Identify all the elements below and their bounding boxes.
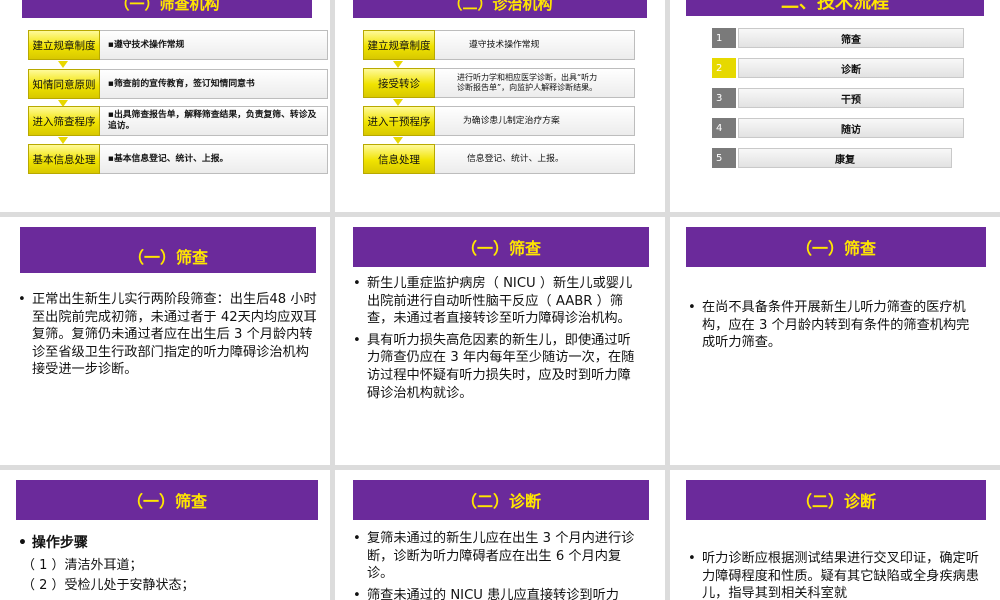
slide-title: （二）诊断 [353,480,649,520]
slide-title: （二）诊治机构 [353,0,647,18]
slide-title: （一）筛查机构 [22,0,312,18]
step-label: 随访 [738,118,964,138]
slide-screening-3[interactable]: （一）筛查 在尚不具备条件开展新生儿听力筛查的医疗机构，应在 3 个月龄内转到有… [670,217,1000,465]
flow-tag: 知情同意原则 [28,69,100,99]
process-step[interactable]: 2 诊断 [712,58,964,78]
bullet-list: 听力诊断应根据测试结果进行交叉印证，确定听力障碍程度和性质。疑有其它缺陷或全身疾… [686,550,982,600]
bullet-item: 新生儿重症监护病房（ NICU ）新生儿或婴儿出院前进行自动听性脑干反应（ AA… [351,275,643,328]
step-number: 5 [712,148,736,168]
flow-arrow-icon [58,61,68,68]
bullet-list: 复筛未通过的新生儿应在出生 3 个月内进行诊断，诊断为听力障碍者应在出生 6 个… [351,530,643,600]
flow-arrow-icon [393,61,403,68]
slide-title: （一）筛查 [353,227,649,267]
process-step[interactable]: 1 筛查 [712,28,964,48]
flow-arrow-icon [58,137,68,144]
slide-screening-steps[interactable]: （一）筛查 • 操作步骤 （ 1 ）清洁外耳道； （ 2 ）受检儿处于安静状态； [0,470,330,600]
slide-treatment-institution[interactable]: （二）诊治机构 建立规章制度 遵守技术操作常规 接受转诊 进行听力学和相应医学诊… [335,0,665,212]
step-label: 康复 [738,148,952,168]
step-number: 1 [712,28,736,48]
bullet-item: 正常出生新生儿实行两阶段筛查：出生后48 小时至出院前完成初筛，未通过者于 42… [16,291,318,379]
bullet-icon: • [18,535,32,551]
step-number: 4 [712,118,736,138]
bullet-item: 筛查未通过的 NICU 患儿应直接转诊到听力 [351,587,643,600]
step-label: 筛查 [738,28,964,48]
bullet-list: 在尚不具备条件开展新生儿听力筛查的医疗机构，应在 3 个月龄内转到有条件的筛查机… [686,299,982,356]
bullet-item: 具有听力损失高危因素的新生儿，即使通过听力筛查仍应在 3 年内每年至少随访一次，… [351,332,643,402]
step-line: （ 1 ）清洁外耳道； [22,558,143,573]
slide-screening-1[interactable]: （一）筛查 正常出生新生儿实行两阶段筛查：出生后48 小时至出院前完成初筛，未通… [0,217,330,465]
bullet-list: 正常出生新生儿实行两阶段筛查：出生后48 小时至出院前完成初筛，未通过者于 42… [16,291,318,383]
step-label: 干预 [738,88,964,108]
step-number: 3 [712,88,736,108]
flow-desc: 信息登记、统计、上报。 [435,144,635,174]
flow-tag: 建立规章制度 [28,30,100,60]
bullet-list: 新生儿重症监护病房（ NICU ）新生儿或婴儿出院前进行自动听性脑干反应（ AA… [351,275,643,406]
slide-title: （一）筛查 [686,227,986,267]
slide-diagnosis-2[interactable]: （二）诊断 听力诊断应根据测试结果进行交叉印证，确定听力障碍程度和性质。疑有其它… [670,470,1000,600]
flow-arrow-icon [393,99,403,106]
step-label: 诊断 [738,58,964,78]
slide-title: （二）诊断 [686,480,986,520]
step-line: （ 2 ）受检儿处于安静状态； [22,578,195,593]
slide-title: （一）筛查 [16,480,318,520]
flow-tag: 建立规章制度 [363,30,435,60]
flow-desc: ▪基本信息登记、统计、上报。 [100,144,328,174]
bullet-item: 在尚不具备条件开展新生儿听力筛查的医疗机构，应在 3 个月龄内转到有条件的筛查机… [686,299,982,352]
flow-desc: ▪遵守技术操作常规 [100,30,328,60]
flow-tag: 接受转诊 [363,68,435,98]
slide-screening-institution[interactable]: （一）筛查机构 建立规章制度 ▪遵守技术操作常规 知情同意原则 ▪筛查前的宣传教… [0,0,330,212]
process-step[interactable]: 3 干预 [712,88,964,108]
flow-desc: ▪筛查前的宣传教育，签订知情同意书 [100,69,328,99]
slide-screening-2[interactable]: （一）筛查 新生儿重症监护病房（ NICU ）新生儿或婴儿出院前进行自动听性脑干… [335,217,665,465]
process-step[interactable]: 4 随访 [712,118,964,138]
slide-title: 二、技术流程 [686,0,984,16]
bullet-item: 听力诊断应根据测试结果进行交叉印证，确定听力障碍程度和性质。疑有其它缺陷或全身疾… [686,550,982,600]
flow-tag: 进入筛查程序 [28,106,100,136]
slide-title: （一）筛查 [20,227,316,273]
flow-desc: ▪出具筛查报告单，解释筛查结果，负责复筛、转诊及追访。 [100,106,328,136]
flow-tag: 基本信息处理 [28,144,100,174]
step-number: 2 [712,58,736,78]
flow-tag: 进入干预程序 [363,106,435,136]
section-heading: • 操作步骤 [18,535,88,551]
bullet-item: 复筛未通过的新生儿应在出生 3 个月内进行诊断，诊断为听力障碍者应在出生 6 个… [351,530,643,583]
flow-desc: 为确诊患儿制定治疗方案 [435,106,635,136]
flow-tag: 信息处理 [363,144,435,174]
process-step[interactable]: 5 康复 [712,148,964,168]
flow-desc: 进行听力学和相应医学诊断，出具“听力诊断报告单”，向监护人解释诊断结果。 [435,68,635,98]
flow-desc: 遵守技术操作常规 [435,30,635,60]
flow-arrow-icon [393,137,403,144]
slide-diagnosis-1[interactable]: （二）诊断 复筛未通过的新生儿应在出生 3 个月内进行诊断，诊断为听力障碍者应在… [335,470,665,600]
